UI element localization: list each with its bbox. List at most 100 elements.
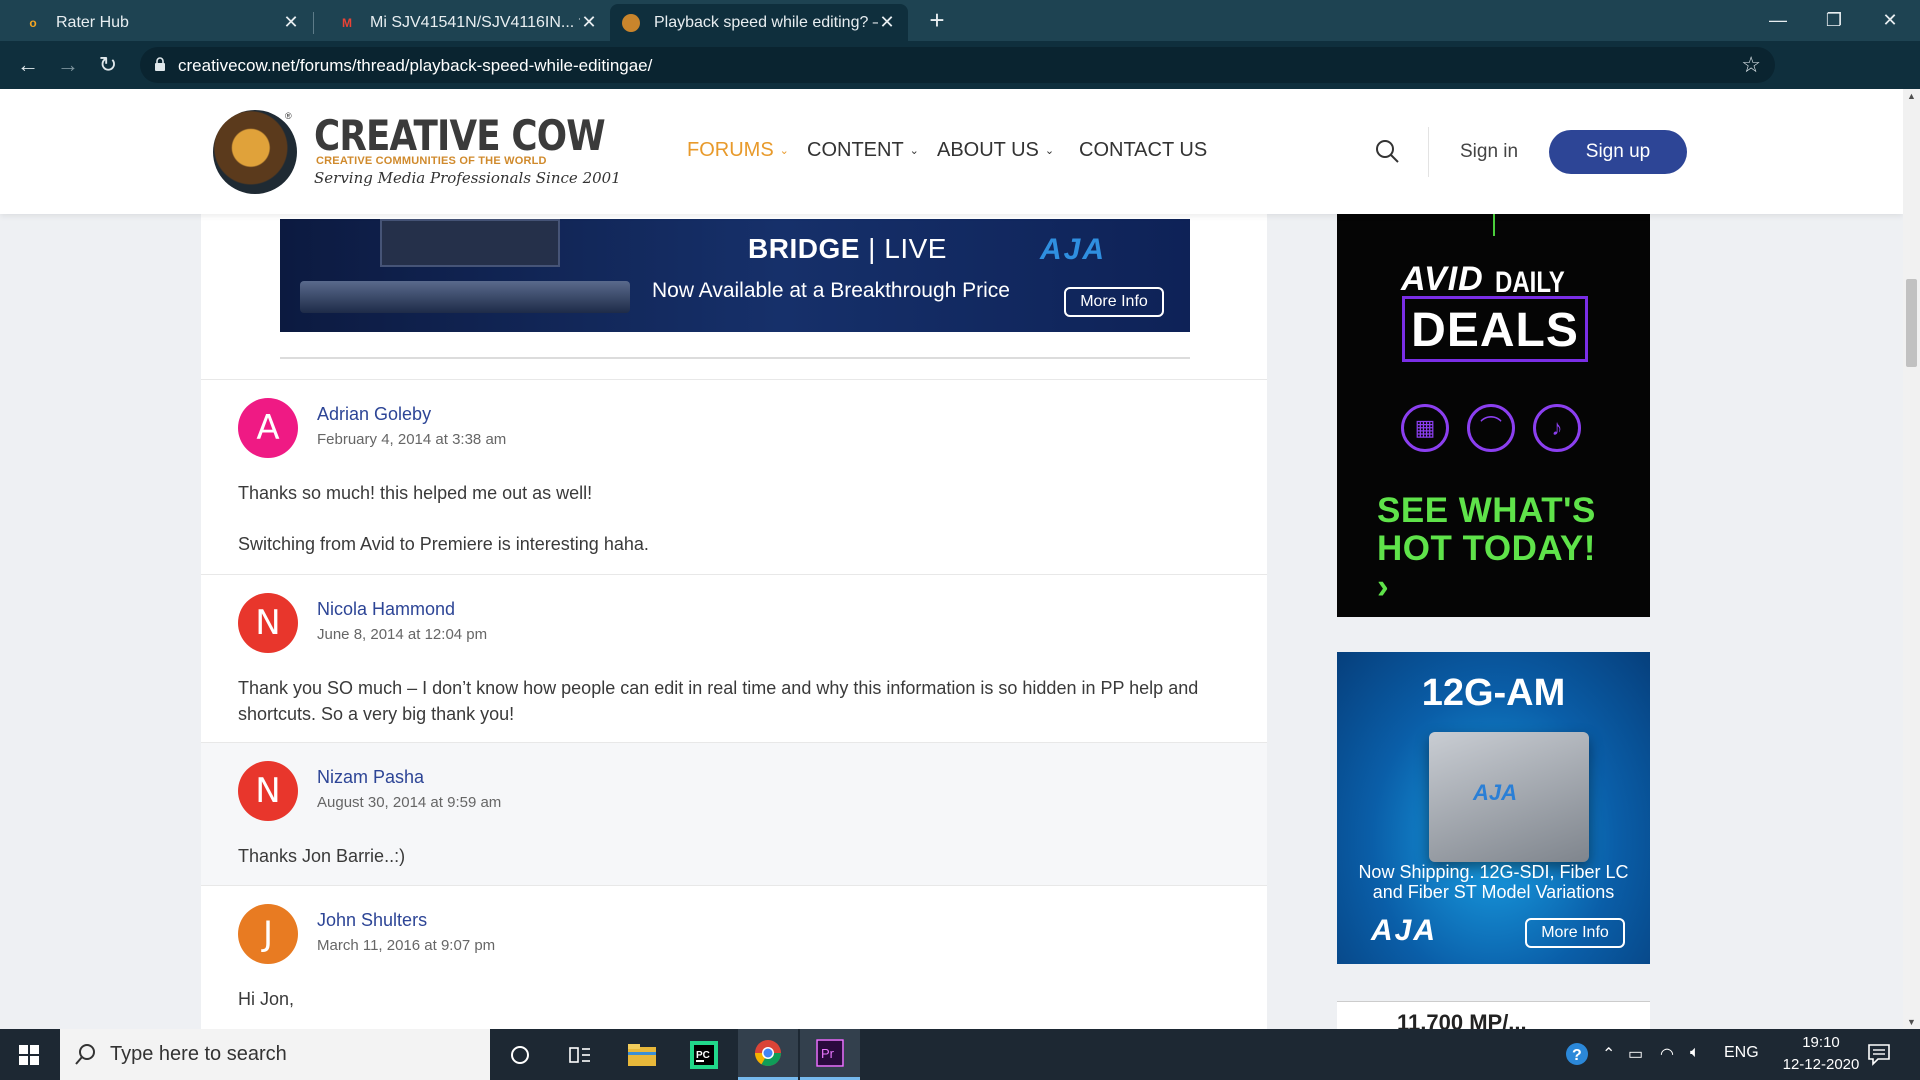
volume-icon[interactable]: 🔈︎	[1690, 1044, 1700, 1062]
more-info-button[interactable]: More Info	[1064, 287, 1164, 317]
reply-paragraph: Thank you SO much – I don’t know how peo…	[238, 678, 1199, 724]
cortana-icon[interactable]	[490, 1029, 550, 1080]
reply-author[interactable]: Adrian Goleby	[317, 404, 431, 425]
nav-contact-us[interactable]: CONTACT US	[1079, 139, 1207, 162]
rater-hub-favicon: o	[29, 15, 37, 30]
more-info-button[interactable]: More Info	[1525, 918, 1625, 948]
notifications-icon[interactable]	[1866, 1041, 1892, 1067]
scrollbar-thumb[interactable]	[1906, 279, 1917, 367]
treble-clef-icon: ♪	[1533, 404, 1581, 452]
close-window-icon[interactable]: ✕	[1864, 0, 1916, 40]
header-divider	[1428, 127, 1429, 177]
tab-rater-hub[interactable]: o Rater Hub ✕	[0, 4, 312, 41]
close-tab-icon[interactable]: ✕	[282, 12, 300, 33]
reply-paragraph: Hi Jon,	[238, 989, 295, 1009]
task-view-icon[interactable]	[550, 1029, 610, 1080]
help-icon[interactable]: ?	[1565, 1042, 1589, 1071]
lock-icon	[155, 57, 165, 71]
taskbar-search-box[interactable]: Type here to search	[60, 1029, 490, 1080]
ad-title: 12G-AM	[1421, 672, 1566, 714]
tab-gmail[interactable]: M Mi SJV41541N/SJV4116IN... from ✕	[314, 4, 610, 41]
premiere-pro-icon[interactable]: Pr	[800, 1029, 860, 1080]
chrome-icon[interactable]	[738, 1029, 798, 1080]
file-explorer-icon[interactable]	[612, 1029, 672, 1080]
avatar[interactable]: A	[238, 398, 298, 458]
avatar[interactable]: J	[238, 904, 298, 964]
battery-icon[interactable]: ▭	[1628, 1044, 1643, 1064]
reply-author[interactable]: Nicola Hammond	[317, 599, 455, 620]
tab-label: Mi SJV41541N/SJV4116IN... from	[370, 13, 580, 31]
chevron-up-icon[interactable]: ⌃	[1602, 1044, 1615, 1064]
ad-accent-line	[1493, 214, 1495, 236]
film-reel-icon: ▦	[1401, 404, 1449, 452]
search-placeholder: Type here to search	[110, 1043, 287, 1065]
minimize-icon[interactable]: —	[1752, 0, 1804, 40]
bridge-live-ad-banner[interactable]: BRIDGE | LIVE Now Available at a Breakth…	[280, 219, 1190, 332]
reply-body: Thanks so much! this helped me out as we…	[238, 480, 1207, 582]
page-scrollbar[interactable]: ▲ ▼	[1903, 89, 1920, 1029]
ad-cta-text: SEE WHAT'S HOT TODAY! ›	[1377, 491, 1596, 606]
scroll-down-icon[interactable]: ▼	[1907, 1017, 1916, 1027]
windows-taskbar: Type here to search PC Pr ? ⌃ ▭ ◠ 🔈︎ ENG…	[0, 1029, 1920, 1080]
forward-icon[interactable]: →	[52, 49, 84, 81]
svg-text:Pr: Pr	[821, 1046, 835, 1061]
close-tab-icon[interactable]: ✕	[878, 12, 896, 33]
close-tab-icon[interactable]: ✕	[580, 12, 598, 33]
wifi-icon[interactable]: ◠	[1660, 1044, 1674, 1064]
language-indicator[interactable]: ENG	[1724, 1044, 1759, 1062]
reload-icon[interactable]: ↻	[92, 49, 124, 81]
nav-about-us[interactable]: ABOUT US ⌄	[937, 139, 1054, 162]
aja-12g-am-ad[interactable]: 12G-AM AJA Now Shipping. 12G-SDI, Fiber …	[1337, 652, 1650, 964]
reply-body: Thank you SO much – I don’t know how peo…	[238, 675, 1207, 752]
creative-cow-favicon	[622, 13, 640, 32]
logo-title[interactable]: CREATIVE COW	[314, 111, 606, 160]
scroll-up-icon[interactable]: ▲	[1907, 91, 1916, 101]
search-icon[interactable]	[1374, 138, 1400, 164]
chevron-down-icon: ⌄	[779, 145, 789, 157]
avid-logo: AVID	[1401, 260, 1484, 298]
deals-box: DEALS	[1402, 296, 1588, 362]
sign-in-link[interactable]: Sign in	[1460, 141, 1518, 163]
tab-label: Playback speed while editing? – C	[654, 13, 878, 31]
search-icon	[75, 1044, 95, 1065]
banner-title: BRIDGE | LIVE	[748, 233, 947, 264]
gmail-icon: M	[342, 15, 352, 30]
ad-description: Now Shipping. 12G-SDI, Fiber LC and Fibe…	[1358, 862, 1629, 902]
back-icon[interactable]: ←	[12, 49, 44, 81]
nav-label: CONTACT US	[1079, 139, 1208, 161]
windows-start-icon[interactable]	[0, 1029, 60, 1080]
reply-author[interactable]: John Shulters	[317, 910, 427, 931]
reply-author[interactable]: Nizam Pasha	[317, 767, 424, 788]
sign-up-button[interactable]: Sign up	[1549, 130, 1687, 174]
clock-time[interactable]: 19:10	[1791, 1034, 1851, 1051]
clock-date[interactable]: 12-12-2020	[1766, 1056, 1876, 1073]
reply-date: February 4, 2014 at 3:38 am	[317, 431, 507, 448]
avid-daily-deals-ad[interactable]: AVID DAILY DEALS ▦ ⌒ ♪ SEE WHAT'S HOT TO…	[1337, 214, 1650, 617]
nav-label: CONTENT	[807, 139, 904, 161]
reply-date: June 8, 2014 at 12:04 pm	[317, 626, 488, 643]
reply-post: J John Shulters March 11, 2016 at 9:07 p…	[201, 885, 1267, 1029]
chevron-down-icon: ⌄	[909, 145, 919, 157]
tab-label: Rater Hub	[56, 13, 129, 31]
nav-content[interactable]: CONTENT ⌄	[807, 139, 919, 162]
page-viewport: ® CREATIVE COW CREATIVE COMMUNITIES OF T…	[0, 89, 1903, 1029]
new-tab-button[interactable]: +	[922, 6, 952, 36]
address-bar[interactable]: creativecow.net/forums/thread/playback-s…	[140, 47, 1775, 83]
avatar[interactable]: N	[238, 761, 298, 821]
aja-logo: AJA	[1371, 914, 1438, 947]
tab-creative-cow[interactable]: Playback speed while editing? – C ✕	[610, 4, 908, 41]
registered-mark: ®	[285, 111, 292, 121]
nav-label: ABOUT US	[937, 139, 1039, 161]
partial-ad[interactable]: 11,700 MP/...	[1337, 1001, 1650, 1029]
monitor-image	[380, 219, 560, 267]
creative-cow-logo-mark[interactable]	[213, 110, 297, 194]
device-logo: AJA	[1473, 780, 1518, 805]
restore-icon[interactable]: ❐	[1808, 0, 1860, 40]
avatar[interactable]: N	[238, 593, 298, 653]
browser-toolbar: ← → ↻ creativecow.net/forums/thread/play…	[0, 41, 1920, 119]
nav-forums[interactable]: FORUMS ⌄	[687, 139, 789, 162]
browser-tab-strip: o Rater Hub ✕ M Mi SJV41541N/SJV4116IN..…	[0, 0, 1920, 41]
bookmark-star-icon[interactable]: ☆	[1741, 52, 1761, 78]
pycharm-icon[interactable]: PC	[674, 1029, 734, 1080]
logo-subtitle: CREATIVE COMMUNITIES OF THE WORLD	[316, 155, 547, 167]
